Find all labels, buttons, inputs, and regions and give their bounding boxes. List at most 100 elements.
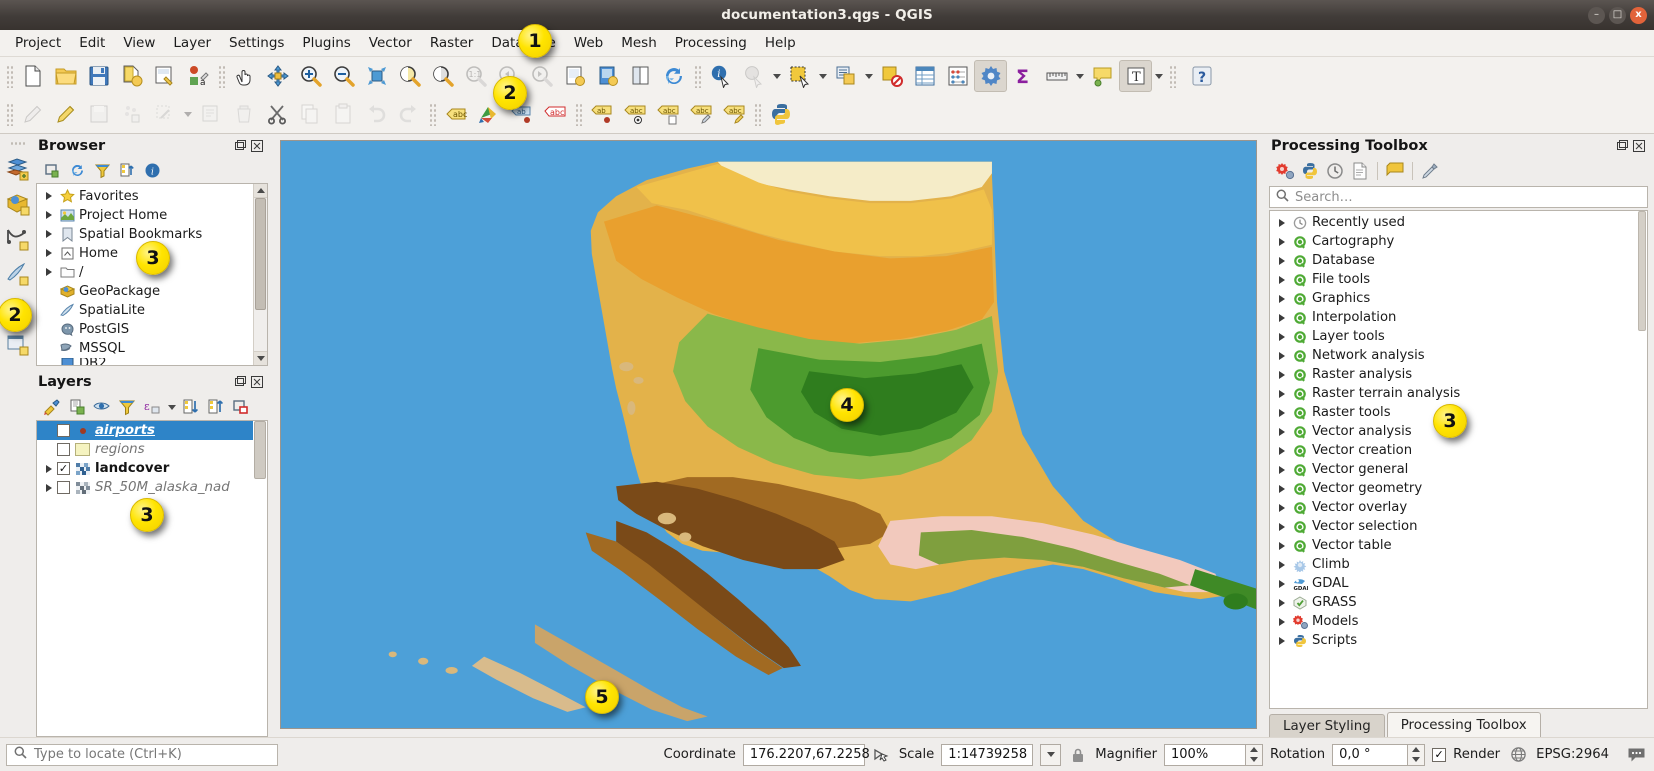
remove-layer-icon[interactable] — [229, 396, 253, 418]
toggle-editing-button[interactable] — [49, 98, 82, 130]
select-by-expression-dropdown[interactable] — [862, 60, 875, 92]
browser-item-postgis[interactable]: PostGIS — [37, 320, 253, 339]
field-calculator-button[interactable] — [941, 60, 974, 92]
map-canvas[interactable] — [280, 140, 1257, 729]
zoom-to-selection-button[interactable] — [393, 60, 426, 92]
processing-group-layer-tools[interactable]: Layer tools — [1270, 327, 1637, 346]
expand-arrow-icon[interactable] — [1274, 580, 1290, 588]
expand-arrow-icon[interactable] — [41, 465, 57, 473]
menu-layer[interactable]: Layer — [164, 32, 220, 54]
new-project-button[interactable] — [16, 60, 49, 92]
layer-visibility-checkbox[interactable] — [57, 443, 70, 456]
collapse-all-icon[interactable] — [115, 159, 139, 181]
menu-mesh[interactable]: Mesh — [612, 32, 666, 54]
style-manager-button[interactable]: a — [181, 60, 214, 92]
toolbar-grip[interactable] — [693, 64, 701, 88]
menu-plugins[interactable]: Plugins — [293, 32, 359, 54]
toolbar-grip[interactable] — [574, 102, 582, 126]
expand-arrow-icon[interactable] — [1274, 561, 1290, 569]
expression-filter-dropdown[interactable] — [165, 396, 178, 418]
processing-group-vector-general[interactable]: Vector general — [1270, 460, 1637, 479]
filter-legend-icon[interactable] — [115, 396, 139, 418]
scroll-up-button[interactable] — [254, 184, 267, 198]
processing-search-input[interactable]: Search… — [1269, 186, 1648, 208]
add-raster-layer-button[interactable] — [3, 189, 33, 219]
expand-arrow-icon[interactable] — [1274, 333, 1290, 341]
toolbar-grip[interactable] — [9, 140, 27, 147]
vertex-tool-button[interactable] — [148, 98, 181, 130]
change-label-properties-button[interactable]: abc — [684, 98, 717, 130]
processing-group-vector-geometry[interactable]: Vector geometry — [1270, 479, 1637, 498]
log-icon[interactable] — [1348, 160, 1372, 182]
rotation-input[interactable]: 0,0 ° — [1332, 744, 1408, 766]
processing-group-network-analysis[interactable]: Network analysis — [1270, 346, 1637, 365]
run-feature-action-dropdown[interactable] — [770, 60, 783, 92]
expand-arrow-icon[interactable] — [1274, 599, 1290, 607]
new-text-annotation-button[interactable]: T — [1119, 60, 1152, 92]
float-panel-icon[interactable] — [232, 138, 247, 153]
browser-item-spatialite[interactable]: SpatiaLite — [37, 301, 253, 320]
save-project-as-button[interactable] — [115, 60, 148, 92]
processing-group-interpolation[interactable]: Interpolation — [1270, 308, 1637, 327]
expand-arrow-icon[interactable] — [41, 211, 57, 219]
modify-attributes-button[interactable] — [194, 98, 227, 130]
map-tips-button[interactable] — [1086, 60, 1119, 92]
locator-input[interactable]: Type to locate (Ctrl+K) — [6, 744, 278, 766]
processing-group-models[interactable]: Models — [1270, 612, 1637, 631]
browser-item-mssql[interactable]: MSSQL — [37, 339, 253, 358]
browser-item-db2[interactable]: DB2 — [37, 358, 253, 365]
minimize-button[interactable]: – — [1588, 7, 1605, 24]
processing-scrollbar[interactable] — [1637, 211, 1647, 708]
menu-vector[interactable]: Vector — [360, 32, 421, 54]
expand-arrow-icon[interactable] — [1274, 314, 1290, 322]
processing-group-recently-used[interactable]: Recently used — [1270, 213, 1637, 232]
select-features-dropdown[interactable] — [816, 60, 829, 92]
pan-map-button[interactable] — [228, 60, 261, 92]
close-panel-icon[interactable] — [1631, 139, 1646, 154]
menu-processing[interactable]: Processing — [666, 32, 756, 54]
toolbar-grip[interactable] — [753, 102, 761, 126]
close-panel-icon[interactable] — [249, 138, 264, 153]
expand-all-icon[interactable] — [179, 396, 203, 418]
save-layer-edits-button[interactable] — [82, 98, 115, 130]
tab-processing-toolbox[interactable]: Processing Toolbox — [1387, 712, 1541, 737]
processing-group-vector-creation[interactable]: Vector creation — [1270, 441, 1637, 460]
processing-group-database[interactable]: Database — [1270, 251, 1637, 270]
options-button[interactable] — [974, 60, 1007, 92]
processing-group-climb[interactable]: Climb — [1270, 555, 1637, 574]
expand-arrow-icon[interactable] — [41, 192, 57, 200]
close-button[interactable]: x — [1630, 7, 1647, 24]
scale-input[interactable]: 1:14739258 — [941, 744, 1033, 766]
processing-group-cartography[interactable]: Cartography — [1270, 232, 1637, 251]
expand-arrow-icon[interactable] — [1274, 504, 1290, 512]
processing-group-vector-table[interactable]: Vector table — [1270, 536, 1637, 555]
expand-arrow-icon[interactable] — [1274, 466, 1290, 474]
expand-arrow-icon[interactable] — [1274, 352, 1290, 360]
change-label-button[interactable]: abc — [651, 98, 684, 130]
expand-arrow-icon[interactable] — [1274, 428, 1290, 436]
change-label-style-button[interactable]: abc — [717, 98, 750, 130]
expand-arrow-icon[interactable] — [1274, 295, 1290, 303]
run-feature-action-button[interactable] — [737, 60, 770, 92]
zoom-full-button[interactable] — [360, 60, 393, 92]
menu-settings[interactable]: Settings — [220, 32, 293, 54]
expand-arrow-icon[interactable] — [1274, 618, 1290, 626]
zoom-in-button[interactable] — [294, 60, 327, 92]
add-selected-layers-icon[interactable] — [40, 159, 64, 181]
label-button[interactable]: abc — [439, 98, 472, 130]
current-edits-button[interactable] — [16, 98, 49, 130]
expand-arrow-icon[interactable] — [1274, 637, 1290, 645]
layers-tree[interactable]: airports regions ✓ — [36, 420, 268, 737]
scale-dropdown-button[interactable] — [1040, 744, 1061, 766]
properties-icon[interactable]: i — [140, 159, 164, 181]
refresh-button[interactable] — [657, 60, 690, 92]
toolbar-grip[interactable] — [5, 64, 13, 88]
close-panel-icon[interactable] — [249, 375, 264, 390]
menu-raster[interactable]: Raster — [421, 32, 483, 54]
expand-arrow-icon[interactable] — [1274, 447, 1290, 455]
processing-group-file-tools[interactable]: File tools — [1270, 270, 1637, 289]
scroll-track[interactable] — [1637, 211, 1647, 708]
add-spatialite-layer-button[interactable] — [3, 259, 33, 289]
annotation-dropdown[interactable] — [1152, 60, 1165, 92]
expression-filter-icon[interactable]: ε — [140, 396, 164, 418]
